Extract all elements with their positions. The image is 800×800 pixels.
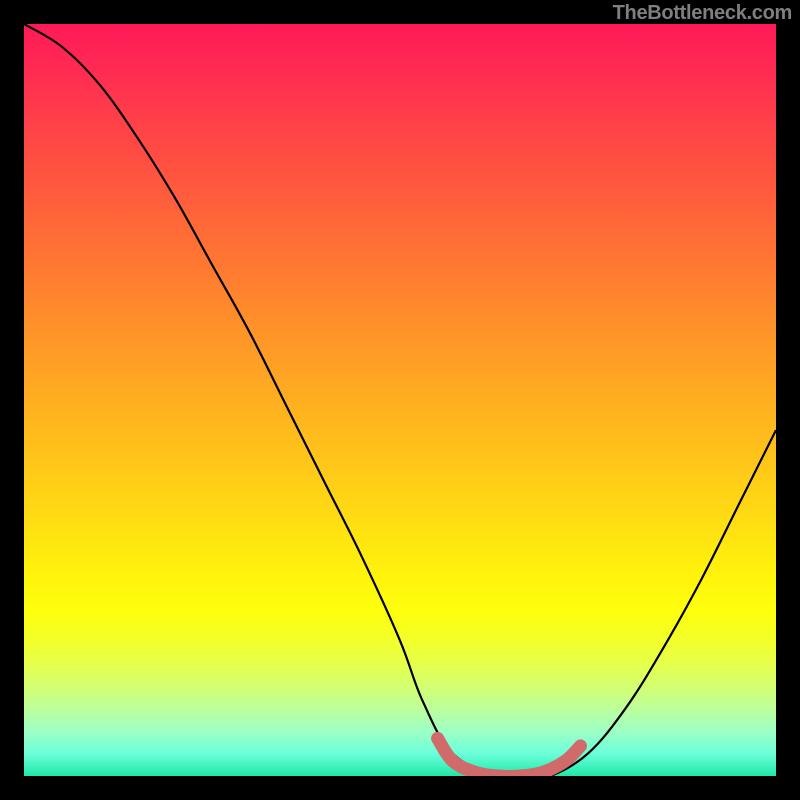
- attribution-label: TheBottleneck.com: [613, 2, 792, 25]
- chart-plot-area: [24, 24, 776, 776]
- chart-svg: [24, 24, 776, 776]
- optimal-range-highlight-path: [438, 738, 581, 776]
- chart-container: TheBottleneck.com: [0, 0, 800, 800]
- bottleneck-curve-path: [24, 24, 776, 776]
